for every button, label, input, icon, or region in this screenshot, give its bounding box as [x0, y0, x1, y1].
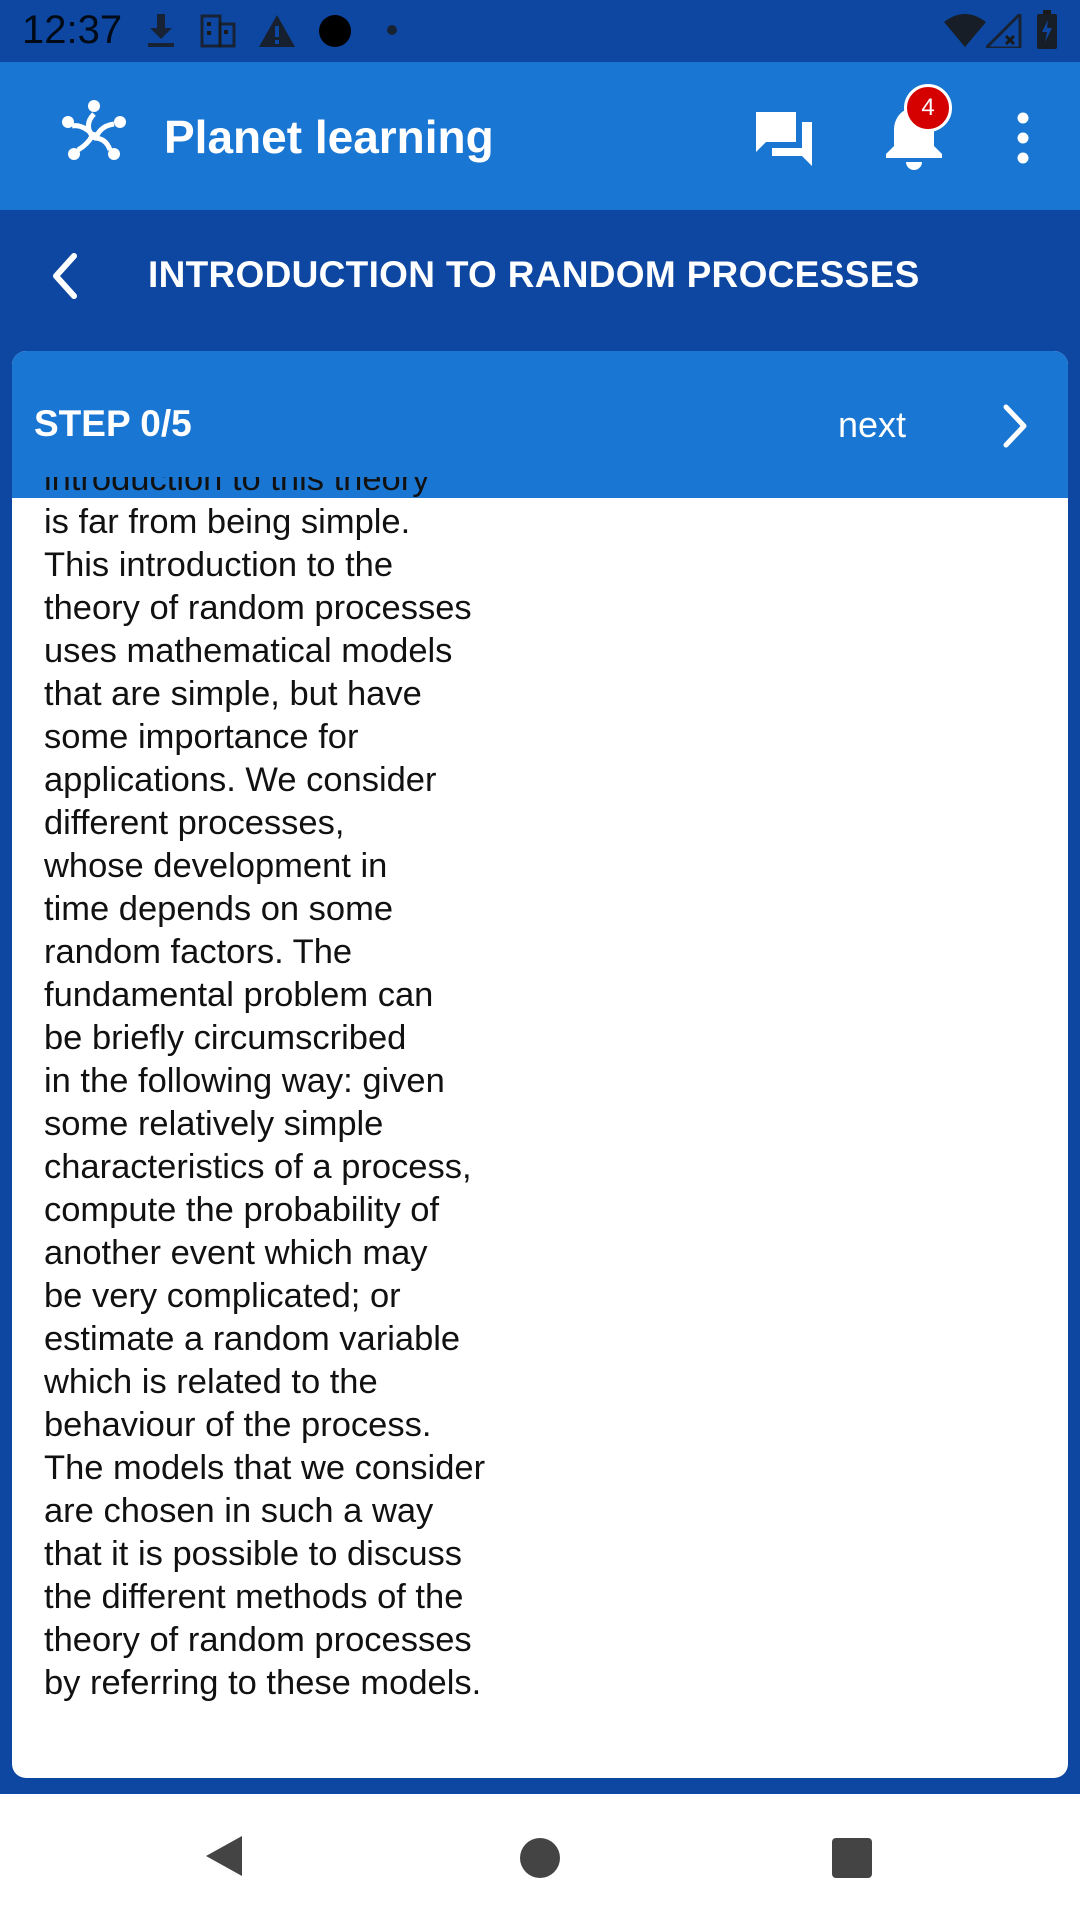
step-content-line: whose development in [44, 847, 388, 885]
step-content-partial-line: introduction to this theory [44, 477, 430, 498]
step-content-line: theory of random processes [44, 589, 472, 627]
building-icon [200, 14, 236, 48]
course-title: INTRODUCTION TO RANDOM PROCESSES [148, 254, 920, 295]
step-content-line: that are simple, but have [44, 675, 422, 713]
back-chevron-icon[interactable] [44, 246, 84, 306]
course-header: INTRODUCTION TO RANDOM PROCESSES [0, 210, 1080, 350]
step-content-line: behaviour of the process. [44, 1406, 432, 1444]
more-vert-icon[interactable] [1006, 110, 1040, 166]
app-title: Planet learning [164, 111, 494, 163]
step-content-line: compute the probability of [44, 1191, 440, 1229]
step-content-line: characteristics of a process, [44, 1148, 472, 1186]
logo-icon [62, 100, 126, 160]
status-time: 12:37 [22, 8, 123, 52]
chat-icon[interactable] [752, 106, 816, 170]
app-bar: Planet learning 4 [0, 62, 1080, 210]
step-content-line: The models that we consider [44, 1449, 486, 1487]
step-content-line: be very complicated; or [44, 1277, 401, 1315]
back-triangle-icon[interactable] [204, 1834, 244, 1878]
step-content-line: some relatively simple [44, 1105, 384, 1143]
step-content-line: time depends on some [44, 890, 394, 928]
status-bar: 12:37 [0, 0, 1080, 62]
step-content-line: another event which may [44, 1234, 428, 1272]
step-content-line: some importance for [44, 718, 359, 756]
notification-badge: 4 [904, 84, 952, 132]
circle-icon [319, 15, 351, 47]
step-content-line: are chosen in such a way [44, 1492, 434, 1530]
step-content-line: This introduction to the [44, 546, 394, 584]
step-content-line: fundamental problem can [44, 976, 434, 1014]
wifi-icon [944, 14, 986, 47]
step-content-line: uses mathematical models [44, 632, 453, 670]
step-content-line: is far from being simple. [44, 503, 411, 541]
step-content-line: by referring to these models. [44, 1664, 482, 1702]
step-content-line: applications. We consider [44, 761, 437, 799]
download-icon [148, 14, 174, 47]
home-circle-icon[interactable] [520, 1838, 560, 1878]
warning-icon [259, 15, 295, 47]
step-content-line: in the following way: given [44, 1062, 445, 1100]
step-content-line: be briefly circumscribed [44, 1019, 407, 1057]
step-content-line: which is related to the [44, 1363, 378, 1401]
system-nav-bar [0, 1794, 1080, 1920]
step-content-line: theory of random processes [44, 1621, 472, 1659]
step-label: STEP 0/5 [34, 403, 192, 444]
next-button[interactable]: next [838, 404, 906, 446]
step-content-line: different processes, [44, 804, 345, 842]
step-content: introduction to this theory is far from … [44, 477, 564, 1705]
dot-icon [387, 25, 397, 35]
battery-icon [1037, 10, 1057, 49]
step-content-line: random factors. The [44, 933, 353, 971]
step-content-line: the different methods of the [44, 1578, 464, 1616]
step-content-line: that it is possible to discuss [44, 1535, 463, 1573]
step-content-line: estimate a random variable [44, 1320, 461, 1358]
recents-square-icon[interactable] [832, 1838, 872, 1878]
step-bar: STEP 0/5 next [12, 351, 1068, 498]
step-card: STEP 0/5 next introduction to this theor… [12, 351, 1068, 1778]
next-chevron-icon[interactable] [996, 401, 1030, 451]
signal-icon [986, 14, 1022, 48]
